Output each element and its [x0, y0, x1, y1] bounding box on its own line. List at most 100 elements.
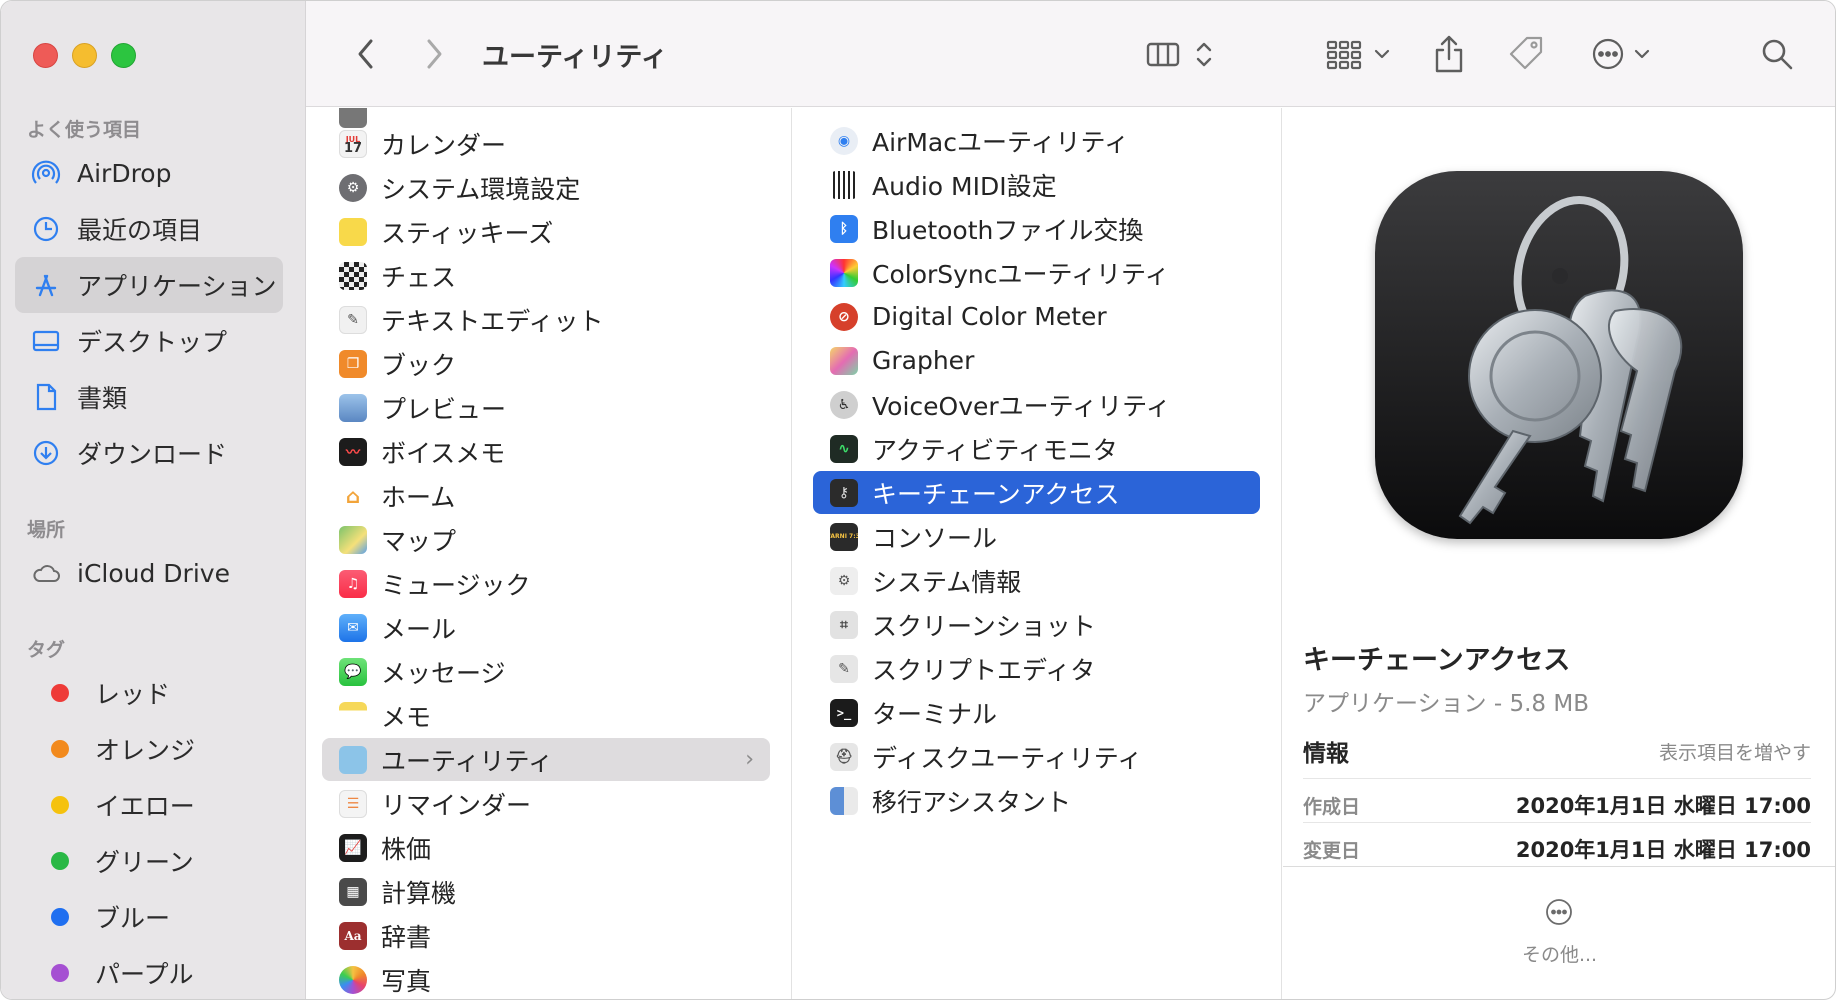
list-item[interactable]: 移行アシスタント: [813, 779, 1260, 822]
list-item-label: Audio MIDI設定: [872, 171, 1057, 201]
list-item[interactable]: WARNI 7:36 コンソール: [813, 515, 1260, 558]
zoom-window-button[interactable]: [111, 43, 136, 68]
sidebar-tag-orange[interactable]: オレンジ: [15, 721, 283, 777]
list-item[interactable]: ∿ アクティビティモニタ: [813, 427, 1260, 470]
sidebar-item-downloads[interactable]: ダウンロード: [15, 425, 283, 481]
forward-button[interactable]: [412, 29, 456, 79]
list-item[interactable]: Grapher: [813, 339, 1260, 382]
book-icon: ❐: [339, 349, 367, 378]
more-actions-label[interactable]: その他...: [1283, 940, 1835, 967]
modified-value: 2020年1月1日 水曜日 17:00: [1515, 838, 1811, 862]
sidebar-tag-green[interactable]: グリーン: [15, 833, 283, 889]
list-item-label: Digital Color Meter: [872, 302, 1107, 331]
sidebar-item-desktop[interactable]: デスクトップ: [15, 313, 283, 369]
share-icon: [1435, 35, 1463, 73]
list-item[interactable]: ✎ スクリプトエディタ: [813, 647, 1260, 690]
list-item-label: ディスクユーティリティ: [872, 743, 1143, 773]
tag-dot-icon: [51, 684, 69, 702]
list-item[interactable]: ☰ リマインダー: [322, 782, 770, 825]
show-more-link[interactable]: 表示項目を増やす: [1659, 738, 1811, 765]
list-item-keychain-access[interactable]: ⚷ キーチェーンアクセス: [813, 471, 1260, 514]
list-item[interactable]: ⚙ システム環境設定: [322, 166, 770, 209]
ellipsis-circle-icon: [1592, 38, 1650, 70]
list-item[interactable]: 〰 ボイスメモ: [322, 430, 770, 473]
keys-icon: [1458, 196, 1683, 525]
list-item[interactable]: ✉ メール: [322, 606, 770, 649]
share-button[interactable]: [1424, 29, 1474, 79]
list-item[interactable]: >_ ターミナル: [813, 691, 1260, 734]
sidebar-item-label: グリーン: [95, 848, 194, 877]
list-item-label: Bluetoothファイル交換: [872, 215, 1144, 245]
sidebar-tag-red[interactable]: レッド: [15, 665, 283, 721]
list-item[interactable]: 写真: [322, 958, 770, 999]
list-item[interactable]: ⌗ スクリーンショット: [813, 603, 1260, 646]
sidebar-tag-blue[interactable]: ブルー: [15, 889, 283, 945]
sidebar-tag-yellow[interactable]: イエロー: [15, 777, 283, 833]
list-item[interactable]: 📈 株価: [322, 826, 770, 869]
grid-icon: [1326, 40, 1390, 70]
list-item[interactable]: ♫ ミュージック: [322, 562, 770, 605]
list-item[interactable]: ⊘ Digital Color Meter: [813, 295, 1260, 338]
photos-icon: [339, 965, 367, 994]
close-window-button[interactable]: [33, 43, 58, 68]
list-item[interactable]: ◉ AirMacユーティリティ: [813, 119, 1260, 162]
list-item[interactable]: メモ: [322, 694, 770, 737]
group-button[interactable]: [1320, 29, 1400, 79]
ellipsis-circle-icon[interactable]: [1545, 898, 1573, 926]
mail-icon: ✉: [339, 613, 367, 642]
voiceover-icon: ♿: [830, 390, 858, 419]
list-item[interactable]: ⛑ ディスクユーティリティ: [813, 735, 1260, 778]
calculator-icon: ▦: [339, 877, 367, 906]
wifi-icon: ◉: [830, 126, 858, 155]
sidebar-item-label: オレンジ: [95, 736, 196, 765]
list-item[interactable]: Aa 辞書: [322, 914, 770, 957]
list-item[interactable]: ▦ 計算機: [322, 870, 770, 913]
sidebar-item-documents[interactable]: 書類: [15, 369, 283, 425]
list-item[interactable]: ❐ ブック: [322, 342, 770, 385]
list-item[interactable]: マップ: [322, 518, 770, 561]
list-item[interactable]: チェス: [322, 254, 770, 297]
desktop-icon: [31, 326, 61, 356]
list-item[interactable]: JUL 17 カレンダー: [322, 122, 770, 165]
action-menu-button[interactable]: [1586, 29, 1666, 79]
sidebar-item-recents[interactable]: 最近の項目: [15, 201, 283, 257]
list-item[interactable]: ColorSyncユーティリティ: [813, 251, 1260, 294]
view-mode-button[interactable]: [1142, 29, 1222, 79]
list-item[interactable]: スティッキーズ: [322, 210, 770, 253]
notes-icon: [339, 701, 367, 730]
tag-button[interactable]: [1502, 29, 1552, 79]
list-item-utilities-folder[interactable]: ユーティリティ ›: [322, 738, 770, 781]
list-item-label: スクリプトエディタ: [872, 655, 1096, 685]
list-item-label: キーチェーンアクセス: [872, 479, 1120, 509]
list-item[interactable]: ⚙ システム情報: [813, 559, 1260, 602]
migration-assistant-icon: [830, 786, 858, 815]
colorsync-icon: [830, 258, 858, 287]
list-item[interactable]: ⌂ ホーム: [322, 474, 770, 517]
color-meter-icon: ⊘: [830, 302, 858, 331]
list-item-label: チェス: [381, 262, 457, 292]
list-item-label: ホーム: [381, 482, 456, 512]
list-item[interactable]: ♿ VoiceOverユーティリティ: [813, 383, 1260, 426]
sidebar-item-icloud-drive[interactable]: iCloud Drive: [15, 545, 283, 601]
back-button[interactable]: [344, 29, 388, 79]
piano-icon: [830, 170, 858, 199]
list-item[interactable]: ✎ テキストエディット: [322, 298, 770, 341]
sidebar-item-applications[interactable]: アプリケーション: [15, 257, 283, 313]
keychain-icon: ⚷: [830, 478, 858, 507]
music-icon: ♫: [339, 569, 367, 598]
list-item[interactable]: 💬 メッセージ: [322, 650, 770, 693]
list-item-label: システム環境設定: [381, 174, 581, 204]
list-item[interactable]: ᛒ Bluetoothファイル交換: [813, 207, 1260, 250]
sidebar-item-airdrop[interactable]: AirDrop: [15, 145, 283, 201]
list-item[interactable]: プレビュー: [322, 386, 770, 429]
minimize-window-button[interactable]: [72, 43, 97, 68]
calendar-icon: JUL 17: [339, 129, 367, 158]
folder-icon: [339, 745, 367, 774]
list-item[interactable]: Audio MIDI設定: [813, 163, 1260, 206]
sidebar-item-label: AirDrop: [77, 158, 172, 188]
tag-dot-icon: [51, 964, 69, 982]
preview-info-header: 情報: [1303, 741, 1349, 767]
sidebar-tag-purple[interactable]: パープル: [15, 945, 283, 999]
tag-dot-icon: [51, 908, 69, 926]
search-button[interactable]: [1752, 29, 1802, 79]
